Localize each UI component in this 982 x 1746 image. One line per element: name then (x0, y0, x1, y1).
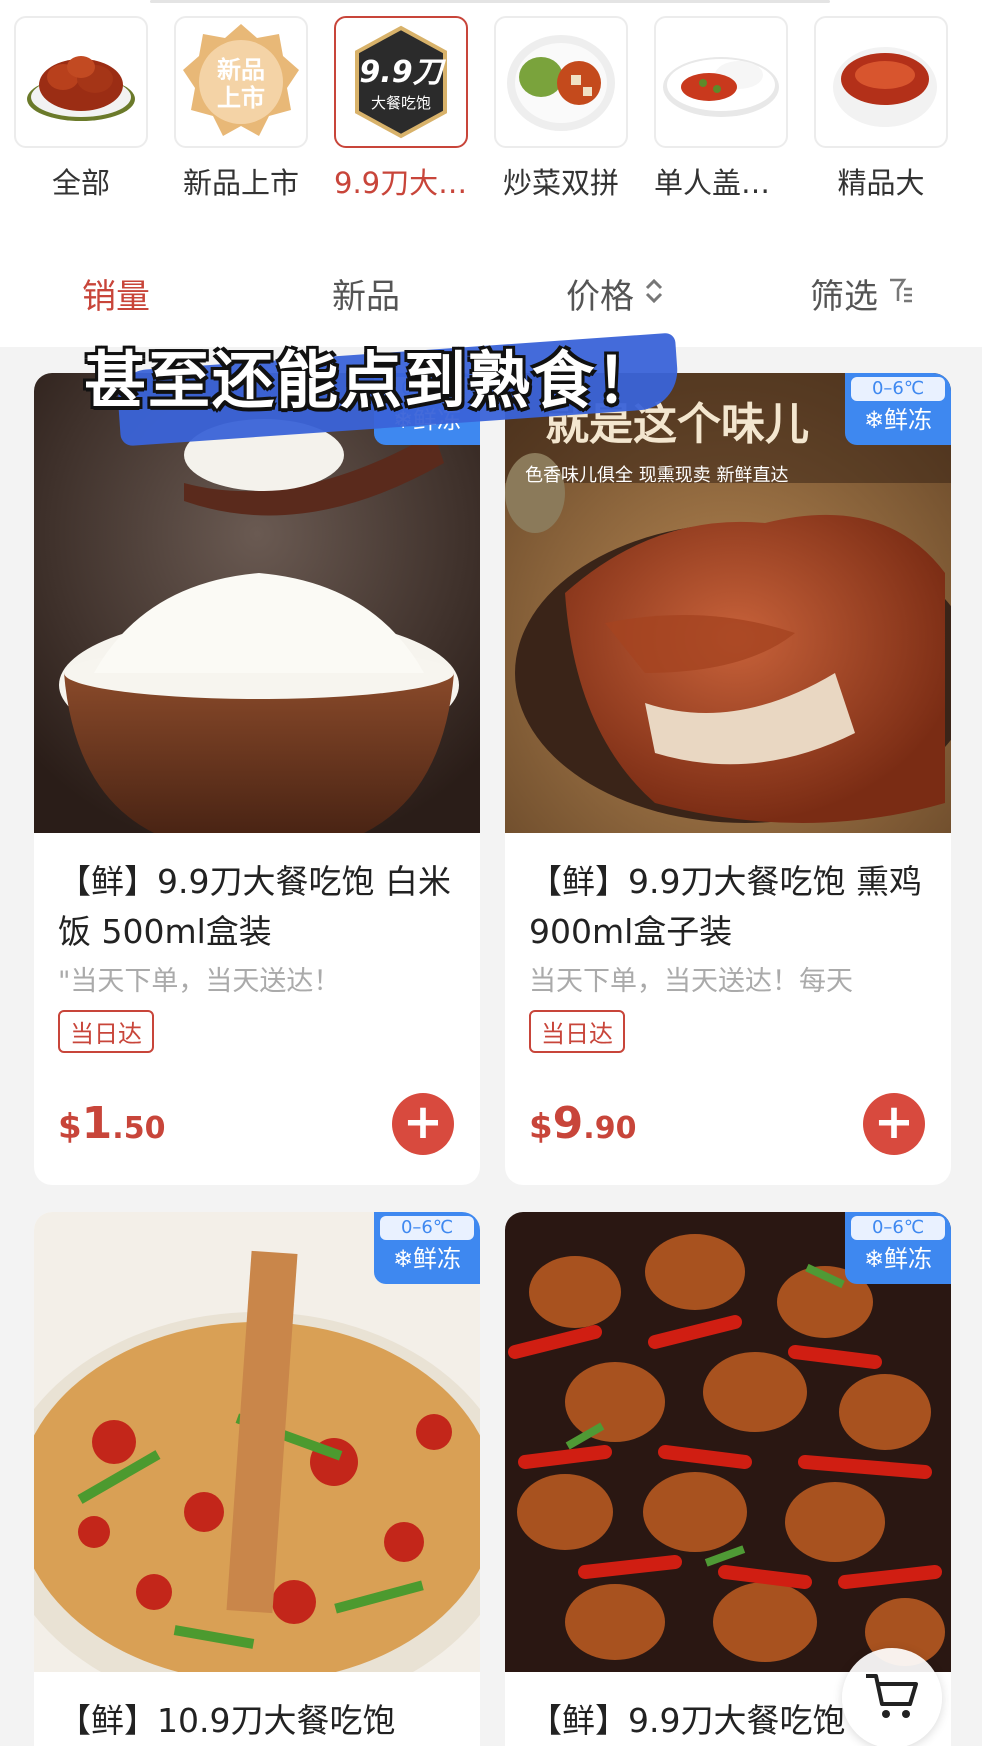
product-subtitle: 当天下单，当天送达！每天 (529, 966, 853, 997)
category-single-rice-bowl[interactable]: 单人盖浇饭 (654, 16, 788, 202)
rice-bowl-plate-thumb-icon (654, 16, 788, 148)
category-label: 9.9刀大餐… (334, 166, 468, 200)
temperature-label: 0–6℃ (851, 377, 945, 401)
plus-icon: + (402, 1094, 444, 1150)
category-label: 炒菜双拼 (502, 166, 619, 200)
category-value-meal[interactable]: 9.9刀 大餐吃饱 9.9刀大餐… (334, 16, 468, 202)
sort-label: 新品 (332, 277, 400, 317)
category-label: 新品上市 (182, 166, 299, 200)
category-new-products[interactable]: 新品 上市 新品上市 (174, 16, 308, 202)
svg-text:大餐吃饱: 大餐吃饱 (371, 94, 431, 112)
watermark: 歌 (886, 1718, 910, 1746)
sort-label: 销量 (82, 277, 150, 317)
bowl-dish-thumb-icon (814, 16, 948, 148)
category-all[interactable]: 全部 (14, 16, 148, 202)
product-card[interactable]: 就是这个味儿 色香味儿俱全 现熏现卖 新鲜直达 0–6℃ ❄鲜冻 【鲜】9.9刀… (505, 373, 951, 1185)
fresh-frozen-label: ❄鲜冻 (863, 1245, 933, 1273)
sort-by-new[interactable]: 新品 (332, 269, 400, 318)
add-to-cart-button[interactable]: + (863, 1093, 925, 1155)
fresh-frozen-badge: 0–6℃ ❄鲜冻 (845, 1212, 951, 1284)
braised-meat-thumb-icon (14, 16, 148, 148)
fresh-frozen-badge: 0–6℃ ❄鲜冻 (374, 1212, 480, 1284)
fresh-frozen-label: ❄鲜冻 (863, 406, 933, 434)
svg-text:新品: 新品 (217, 56, 265, 84)
fresh-frozen-badge: 0–6℃ ❄鲜冻 (845, 373, 951, 445)
sort-toggle-icon (644, 276, 664, 312)
stir-fry-plate-thumb-icon (494, 16, 628, 148)
svg-text:9.9刀: 9.9刀 (359, 55, 446, 90)
sort-by-price[interactable]: 价格 (566, 269, 664, 318)
value-meal-badge-thumb-icon: 9.9刀 大餐吃饱 (334, 16, 468, 148)
product-card[interactable]: 0–6℃ ❄鲜冻 【鲜】10.9刀大餐吃饱 (34, 1212, 480, 1746)
fresh-frozen-label: ❄鲜冻 (392, 1245, 462, 1273)
category-label: 精品大 (837, 166, 925, 200)
sort-label: 筛选 (810, 277, 878, 317)
product-card[interactable]: 0–6℃ ❄鲜冻 【鲜】9.9刀大餐吃饱 白米饭 500ml盒装 "当天下单，当… (34, 373, 480, 1185)
image-slogan: 色香味儿俱全 现熏现卖 新鲜直达 (525, 465, 788, 486)
sort-label: 价格 (566, 277, 634, 317)
product-price: $9.90 (529, 1098, 637, 1149)
filter-icon (888, 277, 914, 311)
stir-fry-chicken-image: 0–6℃ ❄鲜冻 (34, 1212, 480, 1672)
temperature-label: 0–6℃ (851, 1216, 945, 1240)
same-day-tag: 当日达 (529, 1010, 625, 1053)
video-caption: 甚至还能点到熟食！ (84, 344, 661, 417)
rice-bowl-image: 0–6℃ ❄鲜冻 (34, 373, 480, 833)
category-premium[interactable]: 精品大 (814, 16, 948, 202)
category-label: 单人盖浇饭 (654, 166, 788, 200)
category-stir-fry-combo[interactable]: 炒菜双拼 (494, 16, 628, 202)
product-title: 【鲜】9.9刀大餐吃饱 熏鸡 900ml盒子装 (529, 862, 922, 951)
drag-indicator (150, 0, 830, 3)
filter-button[interactable]: 筛选 (810, 269, 914, 318)
temperature-label: 0–6℃ (380, 1216, 474, 1240)
spicy-chicken-image: 0–6℃ ❄鲜冻 (505, 1212, 951, 1672)
smoked-chicken-image: 就是这个味儿 色香味儿俱全 现熏现卖 新鲜直达 0–6℃ ❄鲜冻 (505, 373, 951, 833)
product-subtitle: "当天下单，当天送达！ (58, 966, 341, 997)
same-day-tag: 当日达 (58, 1010, 154, 1053)
new-product-badge-thumb-icon: 新品 上市 (174, 16, 308, 148)
category-label: 全部 (51, 166, 110, 200)
add-to-cart-button[interactable]: + (392, 1093, 454, 1155)
plus-icon: + (873, 1094, 915, 1150)
product-title: 【鲜】10.9刀大餐吃饱 (58, 1701, 396, 1740)
svg-text:上市: 上市 (217, 84, 265, 112)
product-title: 【鲜】9.9刀大餐吃饱 白米饭 500ml盒装 (58, 862, 451, 951)
sort-by-sales[interactable]: 销量 (82, 269, 150, 318)
product-price: $1.50 (58, 1098, 166, 1149)
category-strip: 全部 新品 上市 新品上市 9.9刀 大餐吃饱 9.9刀大餐… (0, 0, 982, 245)
